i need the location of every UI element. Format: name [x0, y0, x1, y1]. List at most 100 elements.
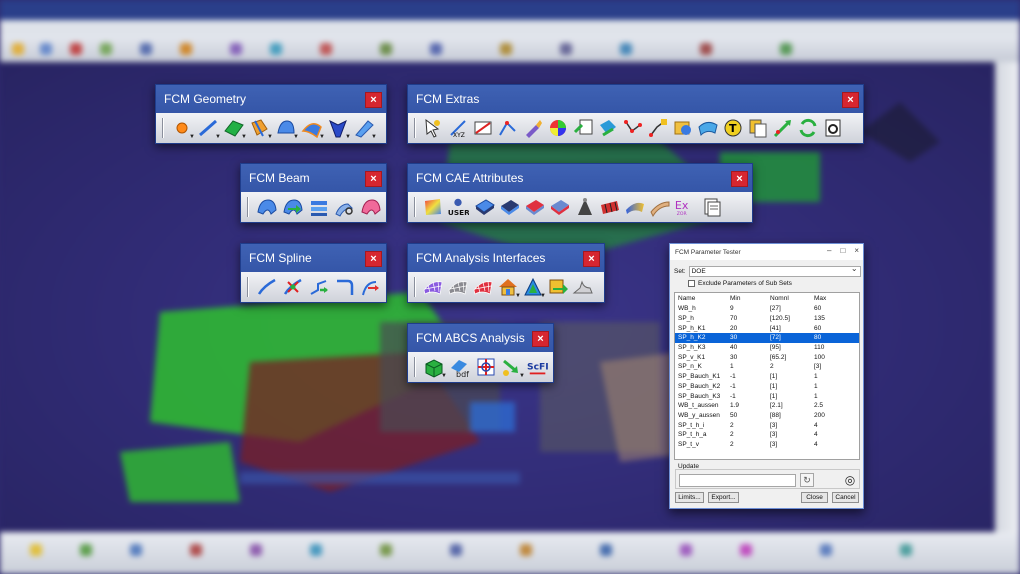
refresh-icon[interactable] [797, 117, 819, 139]
beam-icon[interactable] [256, 196, 278, 218]
spline-arrow-icon[interactable] [308, 276, 330, 298]
mesh-red-icon[interactable] [472, 276, 494, 298]
toolbar-grip[interactable] [247, 277, 249, 297]
beam-section-icon[interactable] [308, 196, 330, 218]
toolbar-header[interactable]: FCM Analysis Interfaces × [408, 244, 604, 272]
house-icon[interactable]: ▼ [497, 276, 521, 299]
table-row[interactable]: SP_h_K1 20 [41] 60 [675, 323, 859, 333]
dialog-title-bar[interactable]: FCM Parameter Tester – □ × [670, 244, 863, 260]
table-row[interactable]: SP_Bauch_K1 -1 [1] 1 [675, 372, 859, 382]
document-icon[interactable] [701, 196, 723, 218]
table-row[interactable]: SP_t_v 2 [3] 4 [675, 440, 859, 450]
spline-icon[interactable] [256, 276, 278, 298]
maximize-button[interactable]: □ [840, 246, 845, 255]
dialog-close-icon[interactable]: × [854, 246, 859, 255]
toolbar-fcm-geometry[interactable]: FCM Geometry × ▼ ▼ ▼ ▼ ▼ ▼ ▼ ▼ [155, 84, 387, 144]
minimize-button[interactable]: – [827, 246, 831, 255]
close-button[interactable]: Close [801, 492, 828, 503]
exclude-subsets-row[interactable]: Exclude Parameters of Sub Sets [688, 280, 792, 287]
triangle-icon[interactable]: ▼ [522, 276, 546, 299]
thickness-red2-icon[interactable] [549, 196, 571, 218]
toolbar-header[interactable]: FCM CAE Attributes × [408, 164, 752, 192]
table-row[interactable]: SP_h_K2 30 [72] 80 [675, 333, 859, 343]
thickness-red-icon[interactable] [524, 196, 546, 218]
node-connect-icon[interactable] [622, 117, 644, 139]
material-icon[interactable] [672, 117, 694, 139]
table-row[interactable]: WB_h 9 [27] 60 [675, 304, 859, 314]
close-button[interactable]: × [365, 92, 382, 108]
gradient-plane-icon[interactable] [422, 196, 444, 218]
table-row[interactable]: SP_Bauch_K3 -1 [1] 1 [675, 391, 859, 401]
refresh-icon[interactable]: ↻ [800, 473, 814, 487]
profile-icon[interactable]: ▼ [327, 117, 351, 140]
transform-icon[interactable] [597, 117, 619, 139]
toolbar-grip[interactable] [414, 357, 416, 377]
close-button[interactable]: × [583, 251, 600, 267]
table-row[interactable]: SP_t_h_i 2 [3] 4 [675, 420, 859, 430]
table-row[interactable]: WB_y_aussen 50 [88] 200 [675, 411, 859, 421]
toolbar-grip[interactable] [414, 197, 416, 217]
export-green-icon[interactable] [547, 276, 569, 298]
arrow-edit-icon[interactable] [772, 117, 794, 139]
column-header-name[interactable]: Name [678, 295, 730, 302]
bdf-icon[interactable]: bdf [449, 356, 471, 378]
table-icon[interactable] [572, 117, 594, 139]
toolbar-fcm-beam[interactable]: FCM Beam × [240, 163, 387, 223]
t-circle-icon[interactable]: T [722, 117, 744, 139]
toolbar-header[interactable]: FCM Beam × [241, 164, 386, 192]
toolbar-grip[interactable] [247, 197, 249, 217]
copy-icon[interactable] [747, 117, 769, 139]
spline-surface-icon[interactable]: ▼ [353, 117, 377, 140]
table-row[interactable]: SP_v_K1 30 [65.2] 100 [675, 352, 859, 362]
toolbar-fcm-spline[interactable]: FCM Spline × [240, 243, 387, 303]
column-header-min[interactable]: Min [730, 295, 770, 302]
toolbar-grip[interactable] [162, 118, 164, 138]
export-button[interactable]: Export... [708, 492, 739, 503]
spline-bend-icon[interactable] [334, 276, 356, 298]
cursor-icon[interactable] [422, 117, 444, 139]
parameter-tester-dialog[interactable]: FCM Parameter Tester – □ × Set: DOE Excl… [669, 243, 864, 509]
toolbar-header[interactable]: FCM Geometry × [156, 85, 386, 113]
toolbar-fcm-extras[interactable]: FCM Extras × XYZ T [407, 84, 864, 144]
line-icon[interactable]: ▼ [197, 117, 221, 140]
spline-fork-icon[interactable] [360, 276, 382, 298]
toolbar-header[interactable]: FCM ABCS Analysis × [408, 324, 553, 352]
beam-green-icon[interactable] [282, 196, 304, 218]
column-header-max[interactable]: Max [814, 295, 854, 302]
parameter-table[interactable]: Name Min Nomnl Max WB_h 9 [27] 60 SP_h 70 [120… [674, 292, 860, 460]
brush-icon[interactable] [522, 117, 544, 139]
gradient-surface-icon[interactable] [624, 196, 646, 218]
table-row[interactable]: SP_t_h_a 2 [3] 4 [675, 430, 859, 440]
tube-icon[interactable]: ▼ [275, 117, 299, 140]
column-header-nominal[interactable]: Nomnl [770, 295, 814, 302]
mesh-grey-icon[interactable] [447, 276, 469, 298]
calculator-icon[interactable] [822, 117, 844, 139]
table-row[interactable]: SP_Bauch_K2 -1 [1] 1 [675, 382, 859, 392]
swirl-icon[interactable]: ◎ [843, 473, 857, 487]
scfi-icon[interactable]: ScFI [527, 356, 551, 378]
close-button[interactable]: × [532, 331, 549, 347]
toolbar-grip[interactable] [414, 118, 416, 138]
close-button[interactable]: × [842, 92, 859, 108]
node-select-icon[interactable] [647, 117, 669, 139]
beam-pink-icon[interactable] [360, 196, 382, 218]
thickness-icon[interactable] [474, 196, 496, 218]
spline-node-icon[interactable] [282, 276, 304, 298]
set-dropdown[interactable]: DOE [688, 264, 861, 277]
xyz-icon[interactable]: XYZ [447, 117, 469, 139]
arrow-down-icon[interactable]: ▼ [501, 356, 525, 379]
panel-icon[interactable] [649, 196, 671, 218]
mass-icon[interactable] [574, 196, 596, 218]
limits-button[interactable]: Limits... [675, 492, 704, 503]
cancel-button[interactable]: Cancel [832, 492, 859, 503]
update-value-input[interactable] [679, 474, 796, 487]
mesh-surface-icon[interactable]: ▼ [301, 117, 325, 140]
toolbar-grip[interactable] [414, 277, 416, 297]
export-icon[interactable]: Ex ZOR [674, 196, 698, 218]
close-button[interactable]: × [731, 171, 748, 187]
pattern-icon[interactable] [599, 196, 621, 218]
close-button[interactable]: × [365, 171, 382, 187]
exclude-subsets-checkbox[interactable] [688, 280, 695, 287]
toolbar-fcm-abcs-analysis[interactable]: FCM ABCS Analysis × ▼ bdf ▼ ScFI [407, 323, 554, 383]
cube-grid-icon[interactable]: ▼ [423, 356, 447, 379]
